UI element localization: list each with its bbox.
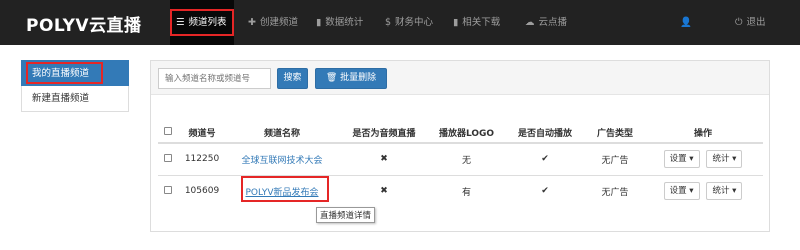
channel-table: 频道号 频道名称 是否为音频直播 播放器LOGO 是否自动播放 广告类型 操作 … bbox=[158, 123, 763, 207]
nav-data-stats[interactable]: ▮ 数据统计 bbox=[316, 0, 363, 45]
channel-panel: 搜索 🗑 批量删除 频道号 频道名称 是否为音频直播 播放器LOGO 是否自动播… bbox=[150, 60, 770, 232]
col-actions: 操作 bbox=[643, 123, 763, 144]
table-row: 105609 POLYV新品发布会 ✖ 有 ✔ 无广告 设置 ▾ 统计 ▾ bbox=[158, 174, 763, 207]
table-header: 频道号 频道名称 是否为音频直播 播放器LOGO 是否自动播放 广告类型 操作 bbox=[158, 123, 763, 144]
batch-delete-button[interactable]: 🗑 批量删除 bbox=[315, 68, 387, 89]
search-button[interactable]: 搜索 bbox=[277, 68, 308, 89]
row-checkbox[interactable] bbox=[164, 185, 172, 194]
sidebar-item-new-channel[interactable]: 新建直播频道 bbox=[21, 86, 129, 112]
toolbar: 搜索 🗑 批量删除 bbox=[151, 61, 769, 95]
user-icon: 👤 bbox=[680, 17, 692, 28]
channel-id: 112250 bbox=[178, 142, 226, 175]
col-player-logo: 播放器LOGO bbox=[430, 123, 503, 144]
ad-type-value: 无广告 bbox=[587, 142, 643, 175]
settings-dropdown[interactable]: 设置 ▾ bbox=[663, 182, 700, 201]
autoplay-value: ✔ bbox=[503, 142, 587, 175]
tooltip: 直播频道详情 bbox=[316, 207, 376, 223]
bar-chart-icon: ▮ bbox=[453, 17, 459, 28]
list-icon: ☰ bbox=[176, 17, 185, 28]
col-audio-live: 是否为音频直播 bbox=[338, 123, 430, 144]
channel-name-link[interactable]: 全球互联网技术大会 bbox=[241, 156, 322, 166]
ad-type-value: 无广告 bbox=[587, 174, 643, 207]
channel-id: 105609 bbox=[178, 174, 226, 207]
stats-dropdown[interactable]: 统计 ▾ bbox=[706, 150, 743, 169]
table-row: 112250 全球互联网技术大会 ✖ 无 ✔ 无广告 设置 ▾ 统计 ▾ bbox=[158, 142, 763, 175]
plus-icon: ✚ bbox=[248, 17, 256, 28]
bar-chart-icon: ▮ bbox=[316, 17, 322, 28]
select-all-checkbox[interactable] bbox=[164, 127, 172, 135]
nav-vod[interactable]: ☁ 云点播 bbox=[525, 0, 567, 45]
col-channel-name: 频道名称 bbox=[226, 123, 338, 144]
audio-live-value: ✖ bbox=[338, 142, 430, 175]
logout-button[interactable]: ⏻ 退出 bbox=[735, 0, 766, 45]
sidebar-item-my-channels[interactable]: 我的直播频道 bbox=[21, 60, 129, 86]
dollar-icon: $ bbox=[385, 17, 392, 28]
sidebar: 我的直播频道 新建直播频道 bbox=[21, 60, 129, 112]
audio-live-value: ✖ bbox=[338, 174, 430, 207]
brand-logo[interactable]: POLYV云直播 bbox=[26, 11, 142, 36]
select-all-cell bbox=[158, 123, 178, 144]
col-ad-type: 广告类型 bbox=[587, 123, 643, 144]
user-menu[interactable]: 👤 bbox=[680, 0, 696, 45]
nav-downloads[interactable]: ▮ 相关下载 bbox=[453, 0, 500, 45]
nav-finance[interactable]: $ 财务中心 bbox=[385, 0, 433, 45]
channel-name-link[interactable]: POLYV新品发布会 bbox=[246, 188, 319, 198]
autoplay-value: ✔ bbox=[503, 174, 587, 207]
player-logo-value: 有 bbox=[430, 174, 503, 207]
trash-icon: 🗑 bbox=[325, 73, 338, 83]
nav-create-channel[interactable]: ✚ 创建频道 bbox=[248, 0, 298, 45]
power-icon: ⏻ bbox=[735, 17, 743, 28]
row-checkbox[interactable] bbox=[164, 153, 172, 162]
stats-dropdown[interactable]: 统计 ▾ bbox=[706, 182, 743, 201]
col-channel-id: 频道号 bbox=[178, 123, 226, 144]
col-autoplay: 是否自动播放 bbox=[503, 123, 587, 144]
search-input[interactable] bbox=[158, 68, 271, 89]
player-logo-value: 无 bbox=[430, 142, 503, 175]
nav-channel-list[interactable]: ☰ 频道列表 bbox=[170, 0, 234, 45]
settings-dropdown[interactable]: 设置 ▾ bbox=[663, 150, 700, 169]
top-navbar: POLYV云直播 ☰ 频道列表 ✚ 创建频道 ▮ 数据统计 $ 财务中心 ▮ 相关下载 ☁… bbox=[0, 0, 800, 45]
cloud-icon: ☁ bbox=[525, 17, 535, 28]
